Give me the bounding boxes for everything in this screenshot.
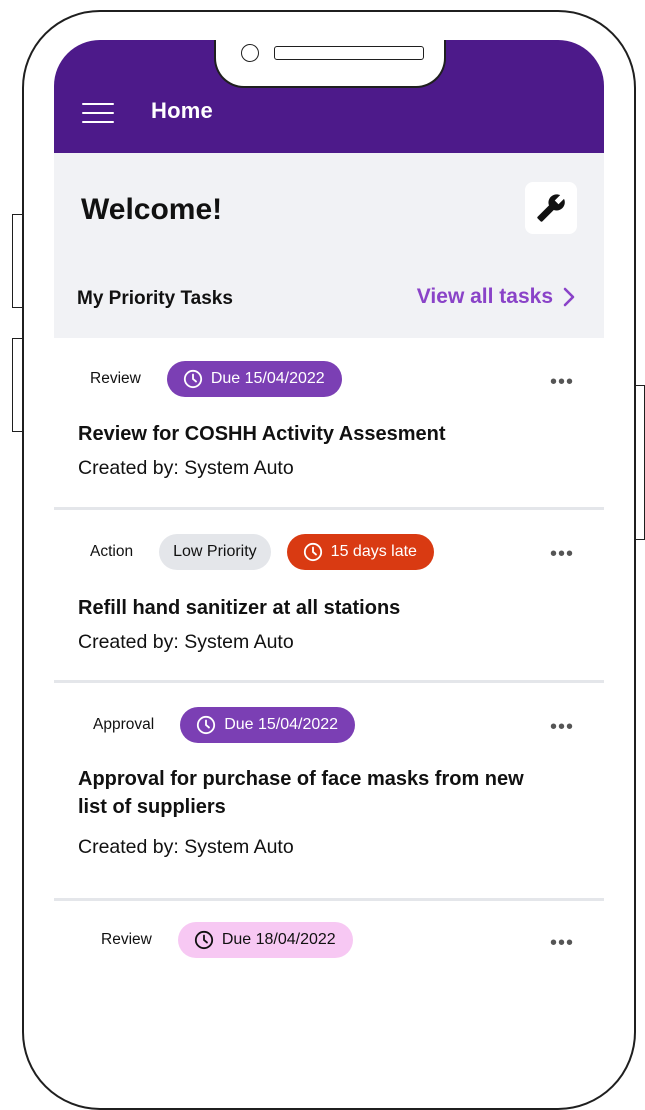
speaker-icon [274, 46, 424, 60]
badge-text: Due 15/04/2022 [210, 370, 325, 387]
task-card[interactable]: Approval Due 15/04/2022 ••• Approval for… [54, 683, 604, 901]
chevron-right-icon [563, 287, 575, 307]
welcome-section: Welcome! My Priority Tasks View all task… [54, 153, 604, 338]
badge-text: Due 18/04/2022 [221, 931, 336, 948]
badge-text: 15 days late [330, 543, 417, 560]
late-badge: 15 days late [286, 534, 434, 570]
view-all-tasks-link[interactable]: View all tasks [417, 285, 575, 309]
hamburger-menu-icon[interactable] [82, 103, 114, 125]
task-title: Refill hand sanitizer at all stations [78, 597, 401, 619]
task-title: Approval for purchase of face masks from… [78, 768, 524, 818]
more-horizontal-icon[interactable]: ••• [550, 544, 574, 564]
task-card[interactable]: Action Low Priority 15 days late ••• Ref… [54, 510, 604, 683]
settings-button[interactable] [525, 182, 577, 234]
task-title: Review for COSHH Activity Assesment [78, 423, 446, 445]
task-creator: Created by: System Auto [78, 457, 294, 479]
clock-icon [303, 542, 322, 562]
more-horizontal-icon[interactable]: ••• [550, 372, 574, 392]
phone-notch [214, 40, 446, 88]
view-all-tasks-label: View all tasks [416, 285, 553, 308]
wrench-icon [537, 194, 565, 222]
badge-text: Due 15/04/2022 [224, 716, 339, 733]
task-type: Review [101, 931, 152, 948]
task-type: Action [90, 543, 134, 560]
clock-icon [194, 930, 213, 950]
task-creator: Created by: System Auto [78, 836, 294, 858]
clock-icon [197, 715, 216, 735]
task-type: Approval [93, 716, 155, 733]
clock-icon [183, 369, 202, 389]
task-type: Review [90, 370, 141, 387]
task-card[interactable]: Review Due 15/04/2022 ••• Review for COS… [54, 338, 604, 510]
task-card[interactable]: Review Due 18/04/2022 ••• [54, 901, 604, 970]
welcome-title: Welcome! [81, 193, 223, 226]
more-horizontal-icon[interactable]: ••• [550, 717, 574, 737]
task-creator: Created by: System Auto [78, 631, 294, 653]
camera-icon [241, 44, 259, 62]
priority-tasks-heading: My Priority Tasks [77, 288, 233, 309]
due-date-badge: Due 15/04/2022 [180, 707, 356, 743]
app-screen: Home Welcome! My Priority Tasks View all… [54, 40, 604, 970]
task-list: Review Due 15/04/2022 ••• Review for COS… [54, 338, 604, 970]
page-title: Home [151, 98, 213, 123]
priority-badge: Low Priority [159, 534, 271, 570]
due-date-badge: Due 15/04/2022 [166, 361, 342, 397]
more-horizontal-icon[interactable]: ••• [550, 933, 574, 953]
due-date-badge: Due 18/04/2022 [177, 922, 353, 958]
